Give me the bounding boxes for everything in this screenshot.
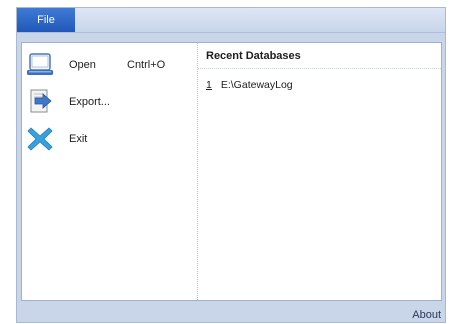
about-link[interactable]: About (412, 309, 441, 321)
recent-item-path: E:\GatewayLog (220, 79, 293, 91)
backstage-panel: Open Cntrl+O Export... Exit Recent Datab… (21, 42, 442, 301)
exit-icon (26, 125, 54, 153)
open-shortcut: Cntrl+O (127, 59, 166, 71)
export-icon (26, 88, 54, 116)
recent-item-number: 1 (206, 79, 212, 91)
application-window: File Open Cntrl+O Export... Exit Recent … (16, 7, 446, 323)
exit-button[interactable]: Exit (22, 123, 197, 155)
file-tab[interactable]: File (17, 8, 75, 32)
open-button[interactable]: Open Cntrl+O (22, 49, 197, 81)
recent-divider (198, 68, 441, 69)
backstage-commands: Open Cntrl+O Export... Exit (22, 43, 198, 300)
open-database-icon (26, 51, 54, 79)
open-label: Open (69, 59, 96, 71)
ribbon-bar: File (17, 8, 445, 33)
export-label: Export... (69, 96, 110, 108)
recent-item[interactable]: 1 E:\GatewayLog (206, 79, 293, 91)
recent-databases-pane: Recent Databases 1 E:\GatewayLog (198, 43, 441, 300)
export-button[interactable]: Export... (22, 86, 197, 118)
exit-label: Exit (69, 133, 88, 145)
recent-databases-header: Recent Databases (206, 50, 301, 62)
